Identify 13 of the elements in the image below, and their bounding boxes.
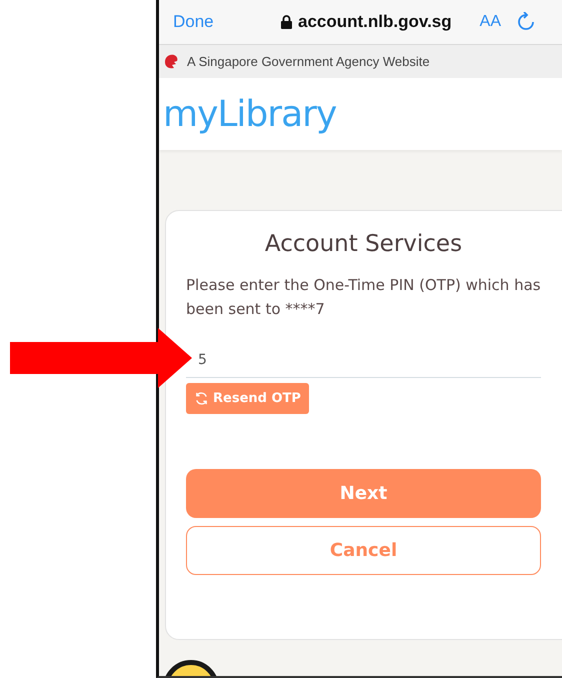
lock-icon (281, 15, 292, 29)
resend-otp-button[interactable]: Resend OTP (186, 383, 309, 414)
refresh-icon (194, 391, 209, 406)
next-button[interactable]: Next (186, 469, 541, 518)
card-title: Account Services (264, 231, 464, 257)
url-field[interactable]: account.nlb.gov.sg (281, 12, 452, 32)
text-size-button[interactable]: AA (480, 13, 501, 31)
done-button[interactable]: Done (173, 12, 281, 32)
arrow-icon (8, 328, 192, 388)
gov-banner-text: A Singapore Government Agency Website (187, 54, 430, 69)
otp-message: Please enter the One-Time PIN (OTP) which has been sent to ****7 (186, 275, 541, 320)
cancel-button[interactable]: Cancel (186, 526, 541, 575)
reload-icon[interactable] (516, 12, 535, 32)
